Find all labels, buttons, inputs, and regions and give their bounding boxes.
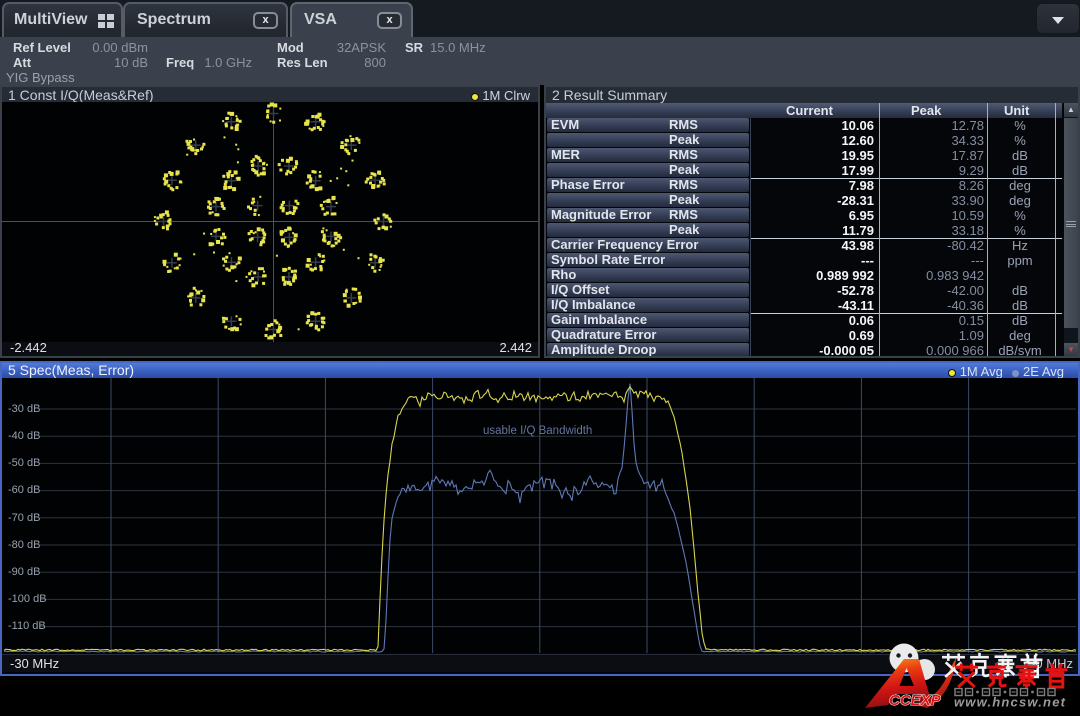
svg-text:usable I/Q Bandwidth: usable I/Q Bandwidth — [483, 425, 592, 437]
svg-text:www.hncsw.net: www.hncsw.net — [954, 695, 1066, 710]
svg-text:CCEXP: CCEXP — [889, 692, 942, 709]
